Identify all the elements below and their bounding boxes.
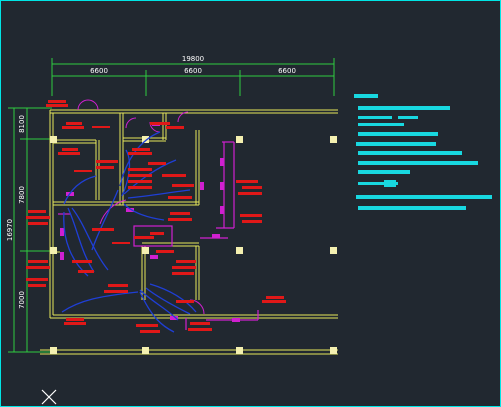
wiring-circuits — [61, 131, 197, 333]
dim-bay-2: 6600 — [184, 67, 202, 75]
annotation-blocks — [26, 100, 286, 333]
dim-bay-3: 6600 — [278, 67, 296, 75]
cad-drawing[interactable]: 19800 6600 6600 6600 8100 7800 7000 1697… — [0, 0, 501, 407]
top-dimension-chain — [51, 58, 335, 96]
dim-bay-1: 6600 — [90, 67, 108, 75]
dim-row-2: 7800 — [18, 186, 26, 204]
dim-row-3: 7000 — [18, 291, 26, 309]
ucs-cross-icon — [41, 389, 57, 405]
dim-overall-width: 19800 — [182, 55, 204, 63]
dim-overall-depth: 16970 — [6, 219, 14, 241]
dim-row-1: 8100 — [18, 115, 26, 133]
left-dimension-chain — [8, 107, 52, 353]
door-swings — [77, 99, 205, 315]
building-walls — [40, 109, 338, 355]
legend-block — [354, 94, 492, 210]
